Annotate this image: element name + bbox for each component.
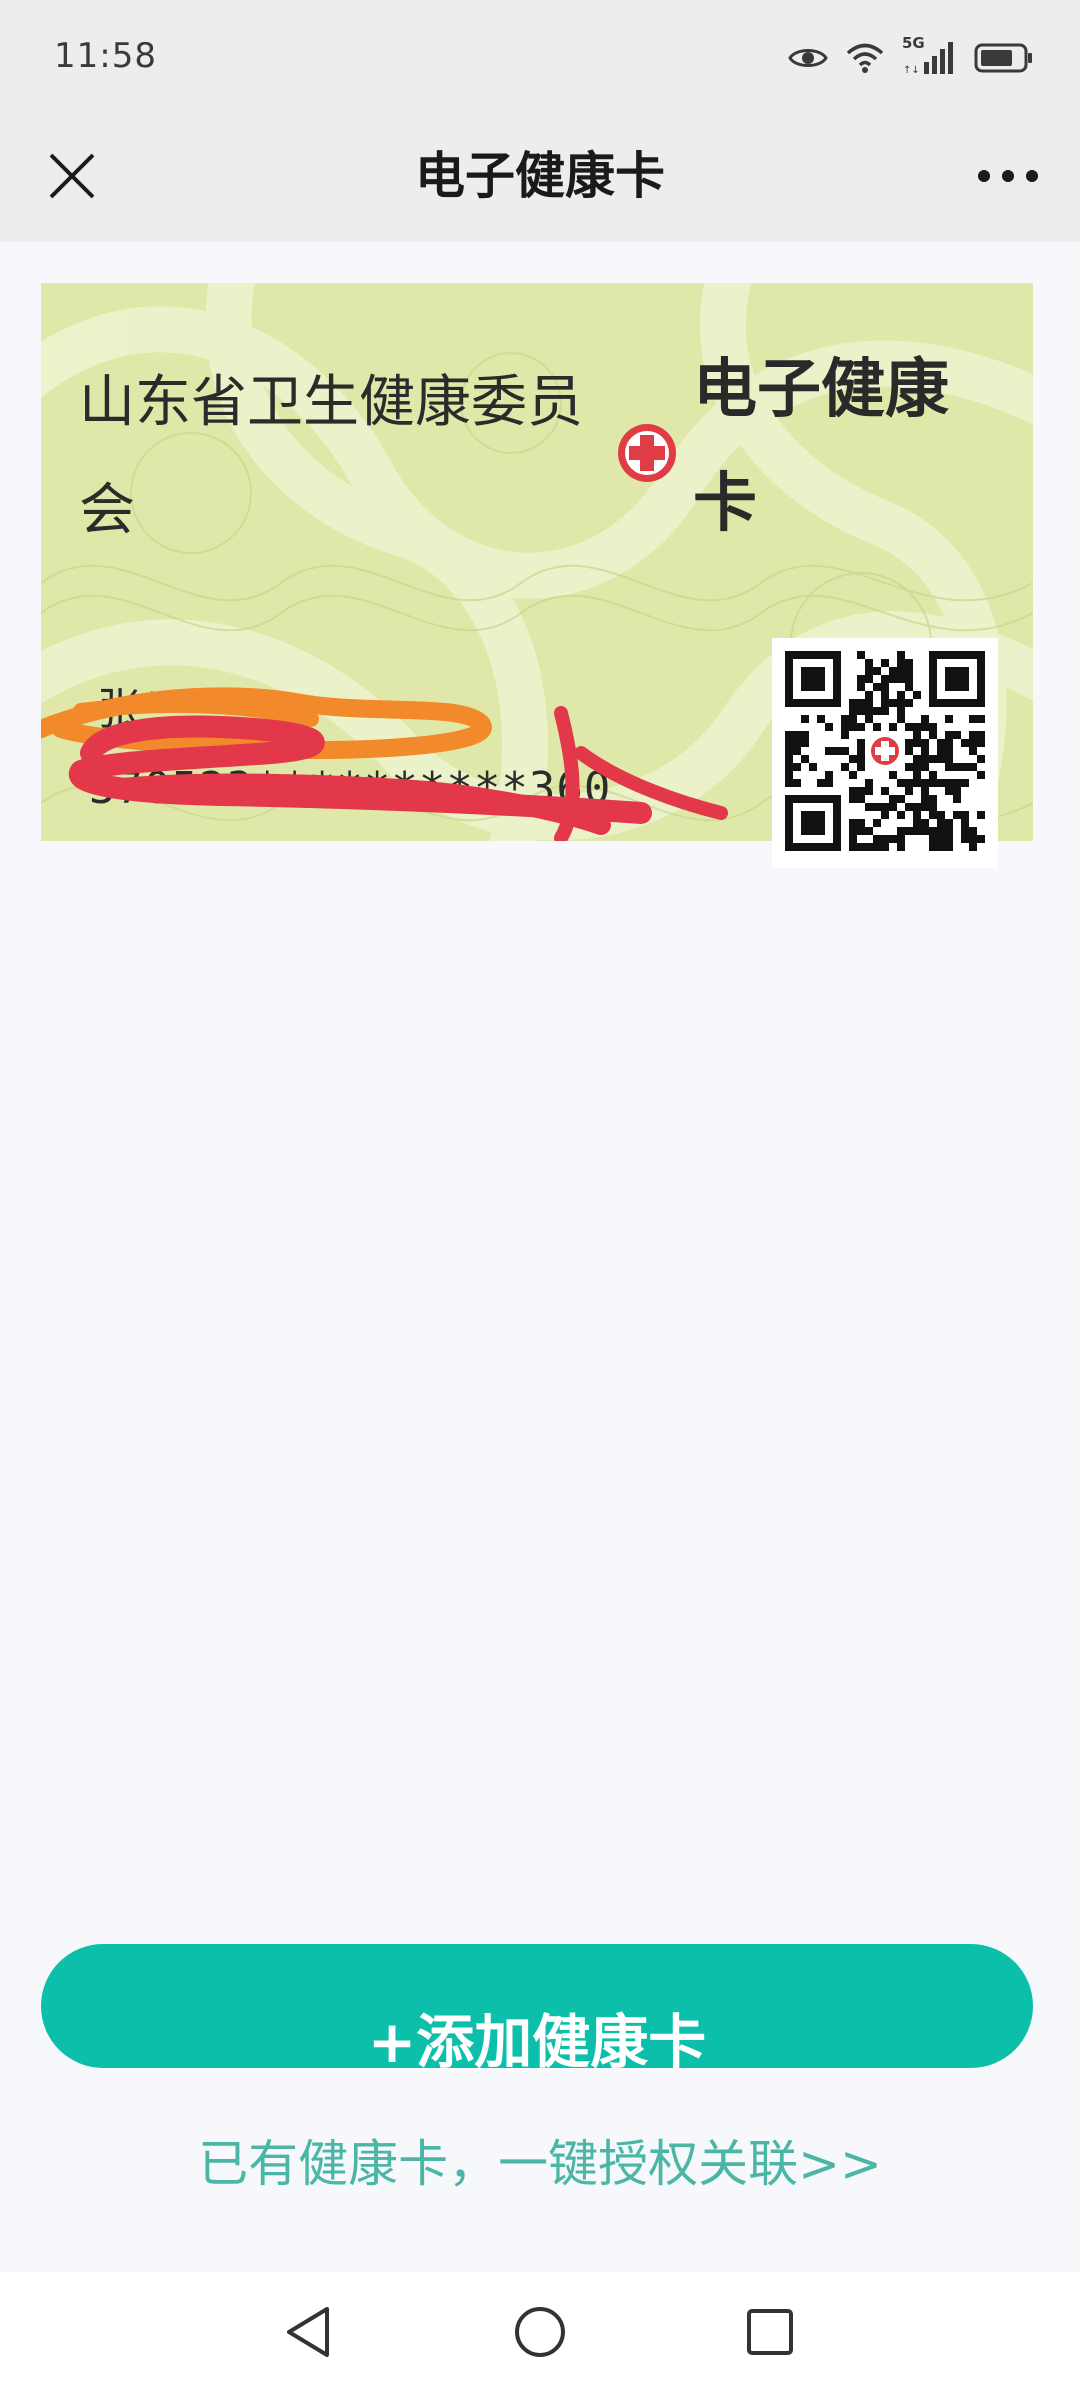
status-bar: 11:58 5G ↑↓	[0, 0, 1080, 110]
card-holder-name: 张**	[97, 684, 185, 735]
title-bar: 电子健康卡	[0, 110, 1080, 242]
home-icon	[515, 2307, 565, 2357]
eye-icon	[788, 49, 828, 67]
more-icon	[978, 170, 1038, 182]
add-health-card-button[interactable]: +添加健康卡	[41, 1944, 1033, 2068]
card-holder-id: 370523**********360	[89, 763, 612, 814]
qr-code[interactable]	[772, 638, 998, 868]
qr-code-icon	[785, 651, 985, 851]
add-health-card-label: +添加健康卡	[367, 2008, 707, 2068]
health-commission-logo-icon	[618, 424, 676, 482]
card-title: 电子健康卡	[693, 353, 949, 541]
nav-recents-button[interactable]	[740, 2302, 800, 2362]
status-icons: 5G ↑↓	[788, 34, 1034, 78]
recents-icon	[747, 2309, 793, 2355]
status-time: 11:58	[54, 36, 157, 76]
navigation-bar	[0, 2272, 1080, 2388]
cellular-signal-icon: 5G ↑↓	[902, 34, 956, 76]
authorize-link[interactable]: 已有健康卡，一键授权关联>>	[0, 2124, 1080, 2196]
wifi-icon	[846, 43, 884, 73]
card-issuer: 山东省卫生健康委员会	[79, 370, 583, 543]
svg-text:↑↓: ↑↓	[903, 65, 920, 76]
battery-icon	[974, 43, 1032, 73]
nav-back-button[interactable]	[278, 2302, 338, 2362]
nav-home-button[interactable]	[510, 2302, 570, 2362]
back-icon	[287, 2307, 329, 2357]
more-button[interactable]	[968, 140, 1048, 212]
page-title: 电子健康卡	[415, 147, 665, 205]
